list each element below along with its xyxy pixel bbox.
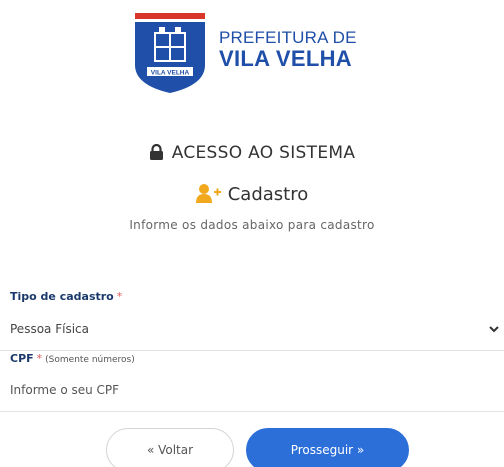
tipo-cadastro-value: Pessoa Física	[10, 322, 89, 336]
crest-text: VILA VELHA	[151, 70, 190, 77]
tipo-cadastro-label: Tipo de cadastro *	[10, 290, 122, 303]
user-plus-icon	[195, 184, 221, 203]
brand-name: PREFEITURA DE VILA VELHA	[219, 29, 357, 70]
prefeitura-logo: VILA VELHA PREFEITURA DE VILA VELHA	[133, 13, 393, 93]
brand-line-1: PREFEITURA DE	[219, 28, 357, 47]
crest-icon: VILA VELHA	[135, 13, 205, 93]
required-mark: *	[116, 290, 123, 303]
cpf-label-text: CPF	[10, 352, 34, 365]
description-text: Informe os dados abaixo para cadastro	[129, 218, 375, 232]
page-title-text: ACESSO AO SISTEMA	[171, 143, 356, 163]
back-button[interactable]: « Voltar	[106, 428, 234, 467]
page-title: ACESSO AO SISTEMA	[0, 143, 504, 163]
brand-line-2: VILA VELHA	[219, 46, 352, 71]
tipo-cadastro-select[interactable]: Pessoa Física	[0, 313, 504, 351]
section-title-text: Cadastro	[227, 184, 309, 205]
lock-icon	[149, 143, 163, 160]
cpf-hint: (Somente números)	[45, 355, 135, 365]
chevron-down-icon	[489, 326, 499, 333]
required-mark: *	[36, 352, 43, 365]
cpf-label: CPF * (Somente números)	[10, 352, 135, 365]
tipo-cadastro-label-text: Tipo de cadastro	[10, 290, 114, 303]
next-button[interactable]: Prosseguir »	[246, 428, 409, 467]
cpf-input[interactable]	[0, 368, 504, 412]
section-title: Cadastro	[0, 183, 504, 205]
